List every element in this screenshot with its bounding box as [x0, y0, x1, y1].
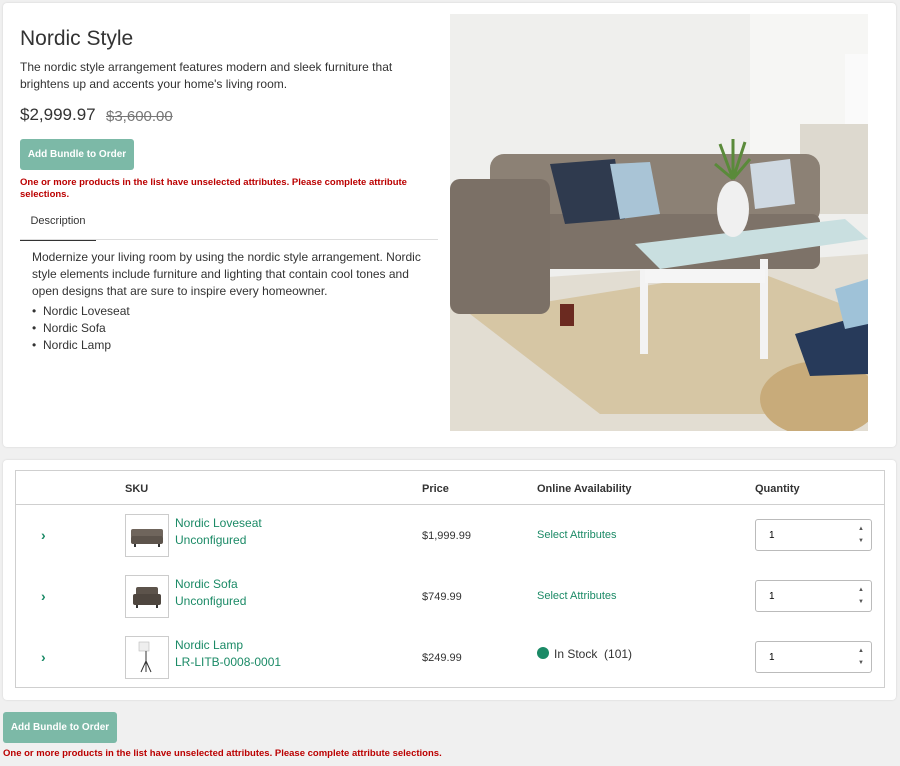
- table-row: › Nordic Loveseat Unconfigured $1,999.99…: [16, 505, 884, 566]
- page-title: Nordic Style: [20, 27, 134, 50]
- select-attributes-link[interactable]: Select Attributes: [537, 529, 617, 541]
- in-stock-status: In Stock (101): [537, 647, 632, 661]
- product-thumbnail: [125, 636, 169, 679]
- bundle-products-card: SKU Price Online Availability Quantity ›…: [3, 460, 896, 700]
- chevron-down-icon[interactable]: ▼: [855, 536, 867, 547]
- table-row: › Nordic Sofa Unconfigured $749.99 Selec…: [16, 566, 884, 627]
- chevron-right-icon[interactable]: ›: [41, 649, 46, 665]
- tab-description[interactable]: Description: [20, 207, 96, 241]
- tab-divider: [20, 239, 438, 240]
- list-item: Nordic Lamp: [32, 337, 130, 354]
- column-header-quantity: Quantity: [755, 483, 800, 495]
- table-row: › Nordic Lamp LR-LITB-0008-0001 $249.99 …: [16, 627, 884, 688]
- bundle-products-table: SKU Price Online Availability Quantity ›…: [15, 470, 885, 688]
- add-bundle-button-bottom[interactable]: Add Bundle to Order: [3, 712, 117, 743]
- description-body: Modernize your living room by using the …: [32, 250, 421, 298]
- chevron-down-icon[interactable]: ▼: [855, 658, 867, 669]
- product-thumbnail: [125, 575, 169, 618]
- quantity-stepper[interactable]: ▲ ▼: [755, 519, 872, 551]
- list-item: Nordic Sofa: [32, 320, 130, 337]
- bundle-item-list: Nordic Loveseat Nordic Sofa Nordic Lamp: [32, 303, 130, 354]
- product-price: $749.99: [422, 591, 462, 603]
- list-item: Nordic Loveseat: [32, 303, 130, 320]
- attribute-error-message: One or more products in the list have un…: [20, 177, 407, 200]
- select-attributes-link[interactable]: Select Attributes: [537, 590, 617, 602]
- quantity-stepper[interactable]: ▲ ▼: [755, 580, 872, 612]
- in-stock-icon: [537, 647, 549, 659]
- chevron-up-icon[interactable]: ▲: [855, 585, 867, 596]
- chevron-right-icon[interactable]: ›: [41, 588, 46, 604]
- column-header-price: Price: [422, 483, 449, 495]
- product-name-link[interactable]: Nordic Lamp LR-LITB-0008-0001: [175, 637, 281, 671]
- bundle-price: $2,999.97: [20, 105, 96, 124]
- quantity-stepper[interactable]: ▲ ▼: [755, 641, 872, 673]
- chevron-down-icon[interactable]: ▼: [855, 597, 867, 608]
- column-header-availability: Online Availability: [537, 483, 632, 495]
- chevron-up-icon[interactable]: ▲: [855, 646, 867, 657]
- chevron-right-icon[interactable]: ›: [41, 527, 46, 543]
- bundle-description: The nordic style arrangement features mo…: [20, 60, 393, 91]
- quantity-input[interactable]: [756, 520, 852, 550]
- chevron-up-icon[interactable]: ▲: [855, 524, 867, 535]
- quantity-input[interactable]: [756, 581, 852, 611]
- column-header-sku: SKU: [125, 483, 149, 495]
- product-thumbnail: [125, 514, 169, 557]
- bundle-old-price: $3,600.00: [106, 108, 173, 125]
- product-price: $249.99: [422, 652, 462, 664]
- bundle-details-card: Nordic Style The nordic style arrangemen…: [3, 3, 896, 447]
- product-name-link[interactable]: Nordic Sofa Unconfigured: [175, 576, 246, 610]
- product-name-link[interactable]: Nordic Loveseat Unconfigured: [175, 515, 262, 549]
- bundle-image: [450, 14, 868, 431]
- product-price: $1,999.99: [422, 530, 471, 542]
- add-bundle-button[interactable]: Add Bundle to Order: [20, 139, 134, 170]
- quantity-input[interactable]: [756, 642, 852, 672]
- attribute-error-message-bottom: One or more products in the list have un…: [3, 748, 442, 759]
